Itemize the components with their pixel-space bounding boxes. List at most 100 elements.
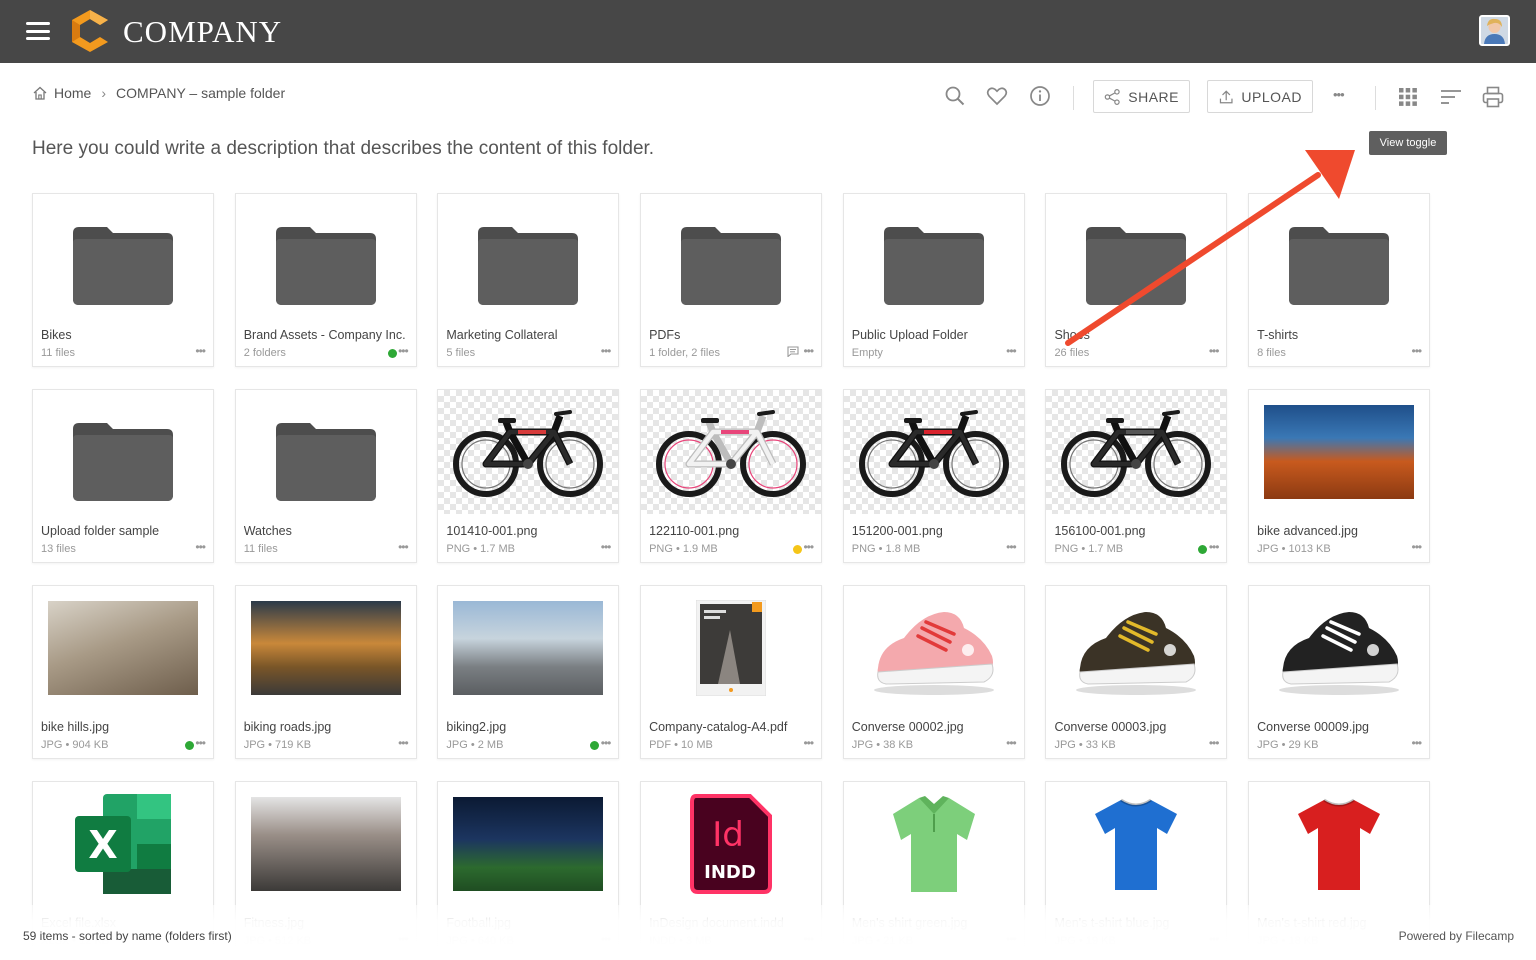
more-options-icon[interactable]: ••• [1006,540,1017,554]
print-icon[interactable] [1482,86,1504,108]
more-options-icon[interactable]: ••• [398,736,409,750]
more-options-icon[interactable]: ••• [1209,540,1220,554]
more-options-icon[interactable]: ••• [1412,736,1423,750]
more-options-icon[interactable]: ••• [398,344,409,358]
file-card-biking-roads-jpg[interactable]: biking roads.jpg JPG • 719 KB ••• [234,585,417,759]
grid-view-icon[interactable] [1397,86,1419,108]
more-options-icon[interactable]: ••• [195,736,206,750]
more-options-icon[interactable]: ••• [1412,540,1423,554]
comment-icon[interactable] [787,346,799,357]
file-meta: 8 files [1257,347,1286,359]
file-meta: PNG • 1.7 MB [1054,543,1124,555]
thumbnail [1046,586,1226,710]
file-meta: 1 folder, 2 files [649,347,720,359]
brand-name: COMPANY [123,14,283,49]
thumbnail [641,194,821,318]
file-meta: 13 files [41,543,76,555]
thumbnail [1046,194,1226,318]
thumbnail [438,390,619,514]
file-card-151200-001-png[interactable]: 151200-001.png PNG • 1.8 MB ••• [842,389,1025,563]
search-icon[interactable] [944,85,966,107]
folder-icon [883,227,984,305]
more-options-icon[interactable]: ••• [195,540,206,554]
file-card-156100-001-png[interactable]: 156100-001.png PNG • 1.7 MB ••• [1045,389,1228,563]
file-card-converse-00002-jpg[interactable]: Converse 00002.jpg JPG • 38 KB ••• [842,585,1025,759]
thumbnail [1046,782,1226,906]
folder-icon [1289,227,1390,305]
file-card-marketing-collateral[interactable]: Marketing Collateral 5 files ••• [437,193,620,367]
file-card-converse-00003-jpg[interactable]: Converse 00003.jpg JPG • 33 KB ••• [1045,585,1228,759]
more-options-icon[interactable]: ••• [803,540,814,554]
more-options-button[interactable]: ••• [1333,87,1345,102]
file-name: bike advanced.jpg [1257,524,1358,538]
file-meta: 26 files [1054,347,1090,359]
breadcrumb-home-link[interactable]: Home [54,85,91,101]
upload-button[interactable]: UPLOAD [1207,80,1313,113]
file-card-101410-001-png[interactable]: 101410-001.png PNG • 1.7 MB ••• [437,389,620,563]
file-card-converse-00009-jpg[interactable]: Converse 00009.jpg JPG • 29 KB ••• [1248,585,1431,759]
more-options-icon[interactable]: ••• [601,344,612,358]
more-options-icon[interactable]: ••• [601,540,612,554]
heart-icon[interactable] [986,85,1008,107]
more-options-icon[interactable]: ••• [803,736,814,750]
folder-icon [478,227,579,305]
file-card-t-shirts[interactable]: T-shirts 8 files ••• [1248,193,1431,367]
svg-text:Id: Id [712,815,744,855]
more-options-icon[interactable]: ••• [1209,736,1220,750]
thumbnail [33,586,213,710]
user-avatar[interactable] [1479,15,1510,46]
file-card-shoes[interactable]: Shoes 26 files ••• [1045,193,1228,367]
more-options-icon[interactable]: ••• [1412,344,1423,358]
home-icon[interactable] [32,85,48,101]
sneaker-icon [1279,612,1400,695]
thumbnail [33,194,213,318]
photo-thumbnail [48,601,198,695]
file-card-biking2-jpg[interactable]: biking2.jpg JPG • 2 MB ••• [437,585,620,759]
polo-shirt-icon [892,796,975,892]
file-card-pdfs[interactable]: PDFs 1 folder, 2 files ••• [640,193,823,367]
more-options-icon[interactable]: ••• [195,344,206,358]
more-options-icon[interactable]: ••• [803,344,814,358]
folder-icon [73,423,173,501]
file-meta: JPG • 38 KB [851,739,914,751]
file-card-bikes[interactable]: Bikes 11 files ••• [32,193,214,367]
hamburger-menu-icon[interactable] [26,22,50,40]
svg-text:X: X [88,823,117,867]
thumbnail [236,194,416,318]
pdf-catalog-icon [696,600,767,696]
file-name: Upload folder sample [41,524,160,538]
file-card-upload-folder-sample[interactable]: Upload folder sample 13 files ••• [32,389,214,563]
powered-by: Powered by Filecamp [1398,929,1514,943]
photo-thumbnail [250,601,401,695]
file-card-watches[interactable]: Watches 11 files ••• [234,389,417,563]
file-card-brand-assets-company-inc[interactable]: Brand Assets - Company Inc. 2 folders ••• [234,193,417,367]
info-icon[interactable] [1029,85,1051,107]
file-card-bike-advanced-jpg[interactable]: bike advanced.jpg JPG • 1013 KB ••• [1248,389,1431,563]
thumbnail [844,782,1024,906]
sort-icon[interactable] [1440,86,1462,108]
file-name: Converse 00002.jpg [851,720,964,734]
more-options-icon[interactable]: ••• [1006,344,1017,358]
more-options-icon[interactable]: ••• [398,540,409,554]
thumbnail [236,586,416,710]
folder-icon [275,423,376,501]
file-name: 156100-001.png [1054,524,1146,538]
bicycle-icon [858,410,1009,497]
thumbnail [236,782,416,906]
file-card-public-upload-folder[interactable]: Public Upload Folder Empty ••• [842,193,1025,367]
file-card-company-catalog-a4-pdf[interactable]: Company-catalog-A4.pdf PDF • 10 MB ••• [640,585,823,759]
more-options-icon[interactable]: ••• [1006,736,1017,750]
more-options-icon[interactable]: ••• [601,736,612,750]
share-button[interactable]: SHARE [1093,80,1190,113]
file-card-122110-001-png[interactable]: 122110-001.png PNG • 1.9 MB ••• [640,389,823,563]
file-card-bike-hills-jpg[interactable]: bike hills.jpg JPG • 904 KB ••• [32,585,214,759]
status-dot-icon [387,349,397,358]
file-meta: PDF • 10 MB [649,739,713,751]
file-meta: PNG • 1.8 MB [851,543,921,555]
thumbnail [1249,390,1429,514]
thumbnail [236,390,416,514]
more-options-icon[interactable]: ••• [1209,344,1220,358]
photo-thumbnail [453,601,604,695]
excel-file-icon: X [75,794,171,894]
tshirt-icon [1298,798,1381,890]
